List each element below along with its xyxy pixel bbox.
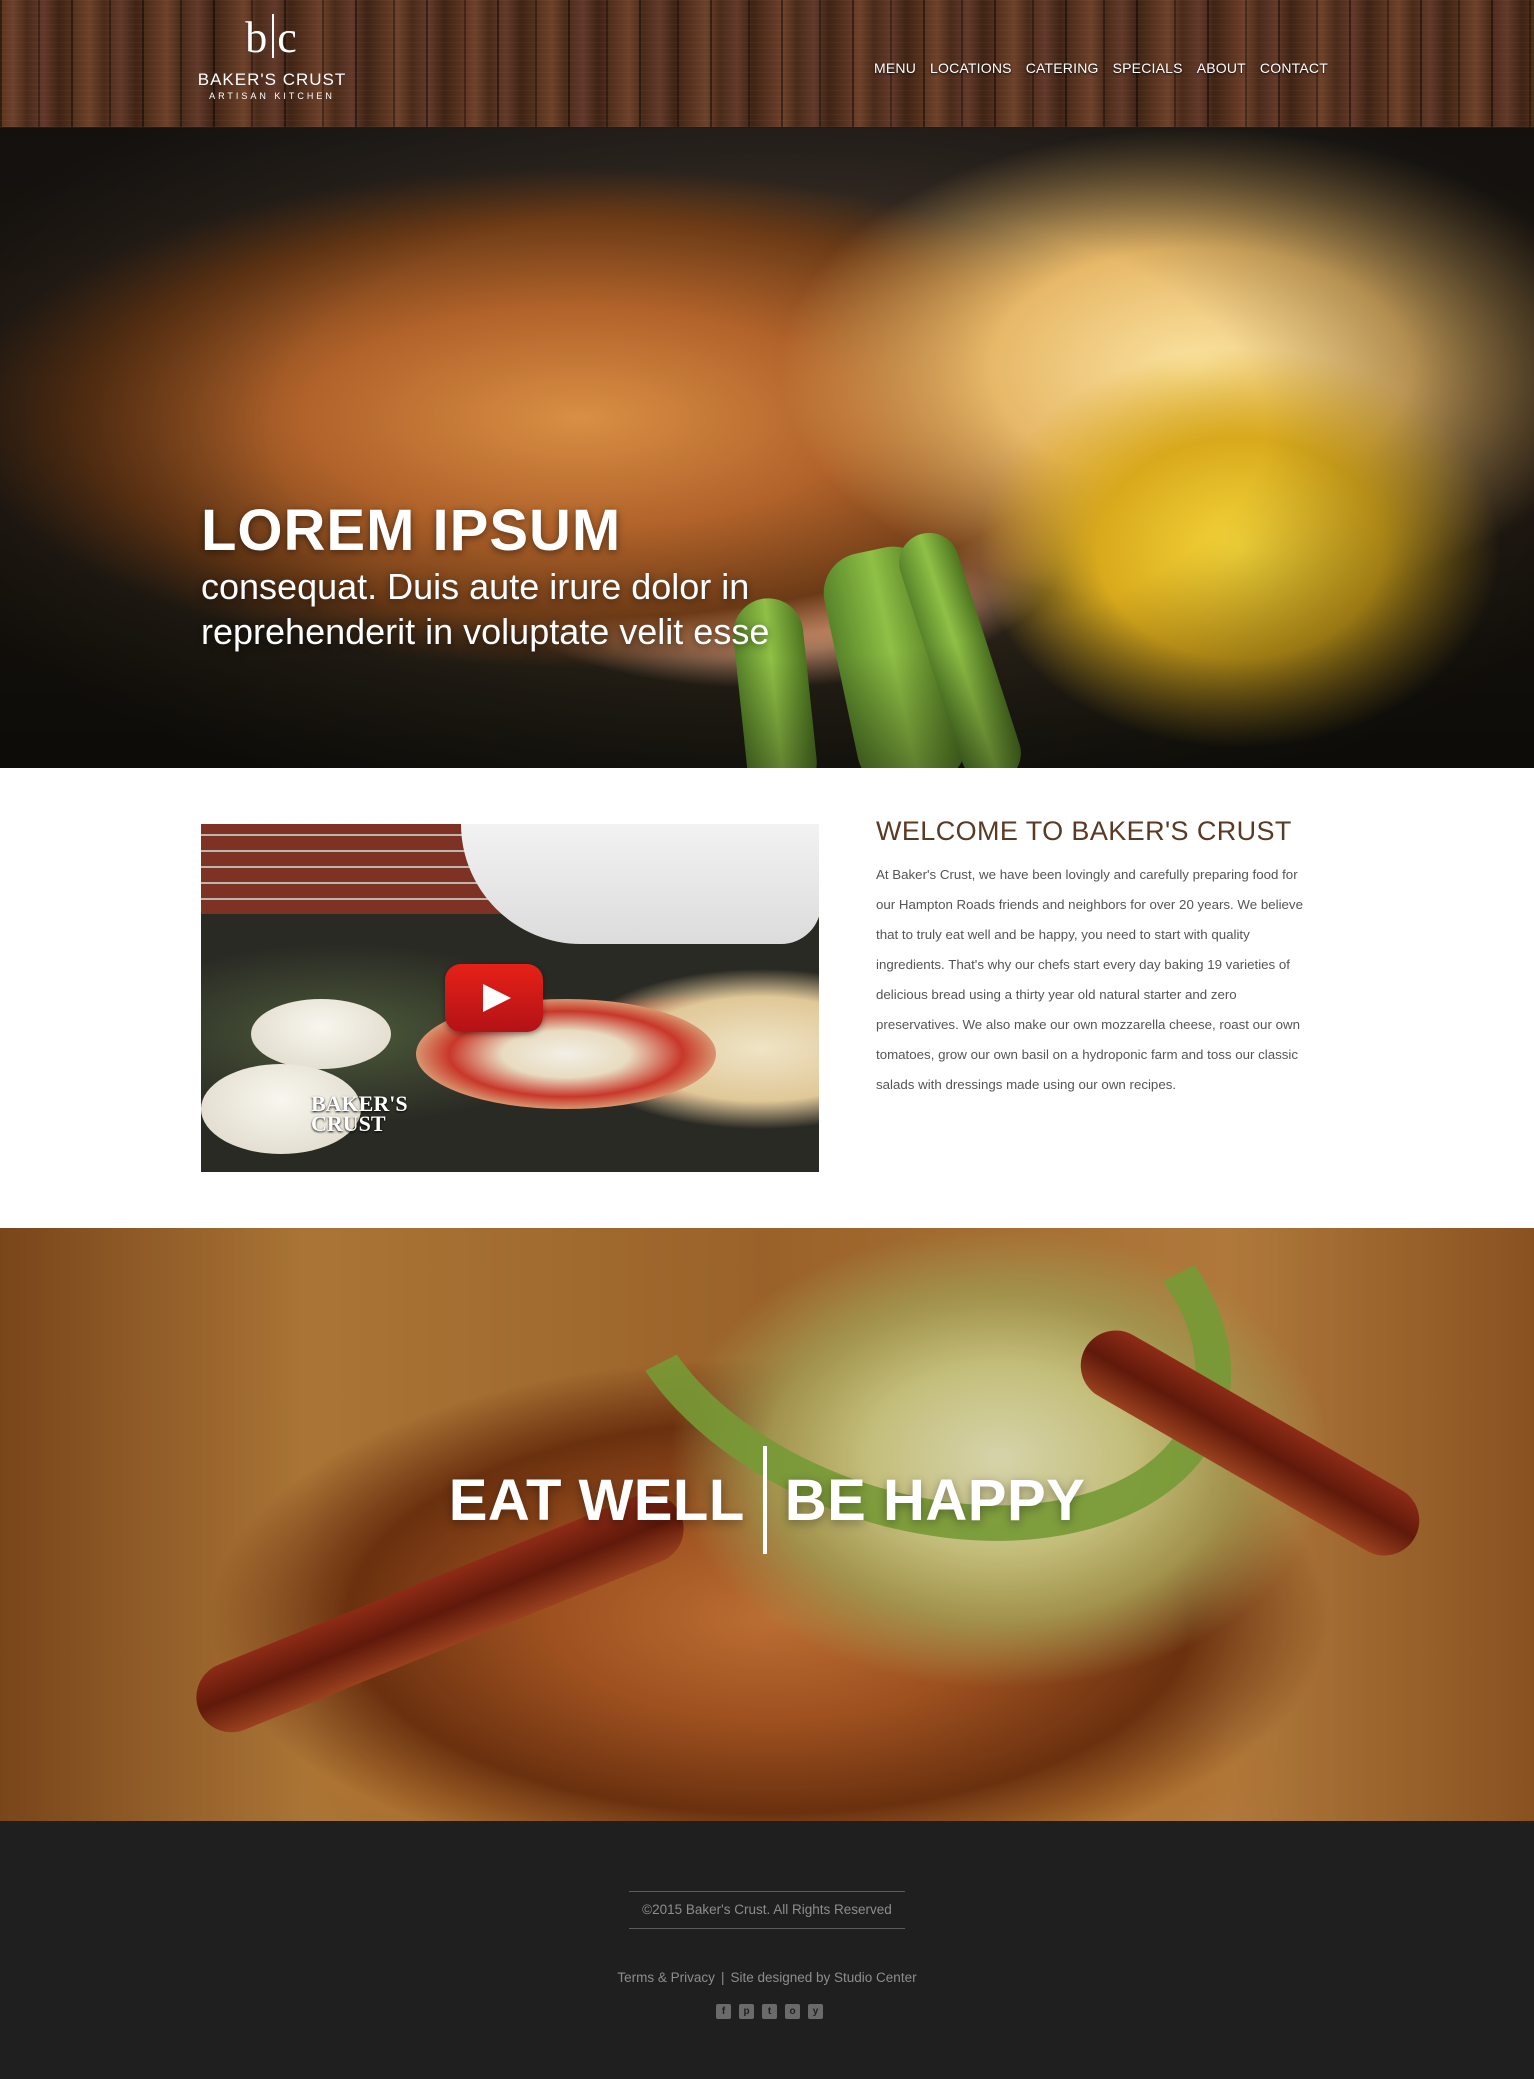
- tagline-be-happy: BE HAPPY: [784, 1467, 1086, 1533]
- play-button-icon[interactable]: [445, 964, 543, 1032]
- welcome-section: BAKER'S CRUST WELCOME TO BAKER'S CRUST A…: [0, 768, 1534, 1228]
- nav-specials[interactable]: SPECIALS: [1113, 60, 1183, 76]
- video-watermark-logo: BAKER'S CRUST: [311, 1091, 408, 1136]
- instagram-icon[interactable]: o: [785, 2004, 800, 2019]
- tagline: EAT WELL BE HAPPY: [0, 1446, 1534, 1554]
- twitter-icon[interactable]: t: [762, 2004, 777, 2019]
- site-header: bc BAKER'S CRUST ARTISAN KITCHEN MENU LO…: [0, 0, 1534, 128]
- logo-name: BAKER'S CRUST: [197, 70, 347, 89]
- social-links: f p t o y: [716, 2004, 823, 2019]
- pinterest-icon[interactable]: p: [739, 2004, 754, 2019]
- footer-separator: |: [720, 1970, 725, 1985]
- nav-about[interactable]: ABOUT: [1197, 60, 1246, 76]
- nav-menu[interactable]: MENU: [874, 60, 916, 76]
- copyright: ©2015 Baker's Crust. All Rights Reserved: [629, 1891, 905, 1929]
- welcome-title: WELCOME TO BAKER'S CRUST: [876, 816, 1292, 846]
- site-footer: ©2015 Baker's Crust. All Rights Reserved…: [0, 1821, 1534, 2079]
- site-logo[interactable]: bc BAKER'S CRUST ARTISAN KITCHEN: [197, 14, 347, 106]
- nav-contact[interactable]: CONTACT: [1260, 60, 1328, 76]
- main-nav: MENU LOCATIONS CATERING SPECIALS ABOUT C…: [874, 60, 1328, 76]
- tagline-divider: [762, 1446, 767, 1554]
- hero-banner: LOREM IPSUM consequat. Duis aute irure d…: [0, 128, 1534, 768]
- video-thumbnail-bowl: [251, 999, 391, 1069]
- studio-center-link[interactable]: Site designed by Studio Center: [730, 1970, 916, 1985]
- logo-mark: bc: [245, 13, 299, 62]
- nav-locations[interactable]: LOCATIONS: [930, 60, 1012, 76]
- tagline-banner: EAT WELL BE HAPPY: [0, 1228, 1534, 1821]
- footer-links: Terms & Privacy | Site designed by Studio …: [0, 1970, 1534, 1985]
- logo-subtitle: ARTISAN KITCHEN: [209, 91, 335, 101]
- hero-title: LOREM IPSUM: [201, 498, 622, 563]
- terms-privacy-link[interactable]: Terms & Privacy: [617, 1970, 715, 1985]
- video-player[interactable]: BAKER'S CRUST: [201, 824, 819, 1172]
- hero-subtitle: consequat. Duis aute irure dolor in repr…: [201, 566, 770, 652]
- facebook-icon[interactable]: f: [716, 2004, 731, 2019]
- youtube-icon[interactable]: y: [808, 2004, 823, 2019]
- welcome-body: At Baker's Crust, we have been lovingly …: [876, 867, 1303, 1092]
- hero-image-vignette: [0, 128, 1534, 768]
- nav-catering[interactable]: CATERING: [1026, 60, 1099, 76]
- video-thumbnail-chef: [461, 824, 819, 944]
- tagline-eat-well: EAT WELL: [448, 1467, 745, 1533]
- hero-text: LOREM IPSUM consequat. Duis aute irure d…: [201, 498, 821, 654]
